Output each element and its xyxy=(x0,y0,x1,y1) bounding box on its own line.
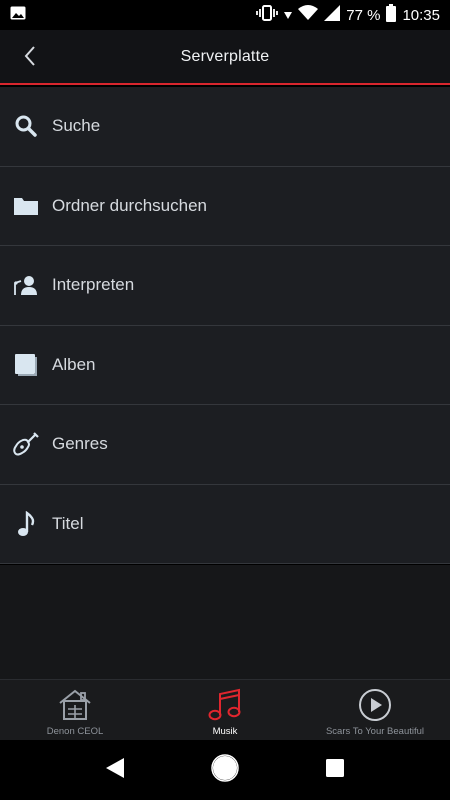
square-recents-icon xyxy=(325,758,345,783)
cell-signal-icon xyxy=(324,5,341,25)
system-nav-bar xyxy=(0,740,450,800)
music-note-icon xyxy=(12,510,40,538)
clock: 10:35 xyxy=(402,6,440,24)
menu-item-label: Genres xyxy=(52,434,108,454)
back-button[interactable] xyxy=(14,42,46,74)
menu-item-titel[interactable]: Titel xyxy=(0,485,450,564)
menu-item-label: Titel xyxy=(52,513,84,533)
menu-item-interpreten[interactable]: Interpreten xyxy=(0,246,450,326)
tab-musik[interactable]: Musik xyxy=(150,680,300,740)
nav-home-button[interactable] xyxy=(205,750,245,790)
album-icon xyxy=(12,351,40,379)
tab-denon-ceol[interactable]: Denon CEOL xyxy=(0,680,150,740)
menu-item-label: Interpreten xyxy=(52,275,135,295)
menu-item-ordner-durchsuchen[interactable]: Ordner durchsuchen xyxy=(0,167,450,246)
app-header: Serverplatte xyxy=(0,30,450,85)
data-arrow-icon xyxy=(284,7,293,24)
nav-recents-button[interactable] xyxy=(315,750,355,790)
menu-item-label: Alben xyxy=(52,354,96,374)
artist-icon xyxy=(12,271,40,299)
status-bar: 77 % 10:35 xyxy=(0,0,450,30)
music-notes-icon xyxy=(207,688,243,722)
menu-item-genres[interactable]: Genres xyxy=(0,405,450,485)
nav-back-button[interactable] xyxy=(95,750,135,790)
menu-item-alben[interactable]: Alben xyxy=(0,326,450,405)
page-title: Serverplatte xyxy=(180,47,270,65)
tab-label: Musik xyxy=(212,726,238,737)
menu-item-label: Suche xyxy=(52,116,101,136)
bottom-tab-bar: Denon CEOL Musik Scars To Your Beautiful xyxy=(0,679,450,740)
guitar-icon xyxy=(12,430,40,458)
battery-percent: 77 % xyxy=(346,6,381,24)
play-circle-icon xyxy=(358,688,392,722)
triangle-back-icon xyxy=(104,756,126,785)
chevron-left-icon xyxy=(23,45,37,72)
menu-item-label: Ordner durchsuchen xyxy=(52,195,207,215)
tab-label: Scars To Your Beautiful xyxy=(325,726,425,737)
tab-now-playing[interactable]: Scars To Your Beautiful xyxy=(300,680,450,740)
tab-label: Denon CEOL xyxy=(46,726,104,737)
folder-icon xyxy=(12,192,40,220)
wifi-icon xyxy=(298,5,319,25)
circle-home-icon xyxy=(211,753,239,787)
search-icon xyxy=(12,112,40,140)
battery-icon xyxy=(386,4,397,26)
menu-item-suche[interactable]: Suche xyxy=(0,87,450,167)
browse-menu: Suche Ordner durchsuchen Interpreten Alb… xyxy=(0,87,450,564)
house-icon xyxy=(57,688,93,722)
empty-content-area xyxy=(0,565,450,679)
gallery-notification-icon xyxy=(10,6,26,25)
vibrate-icon xyxy=(256,4,279,26)
